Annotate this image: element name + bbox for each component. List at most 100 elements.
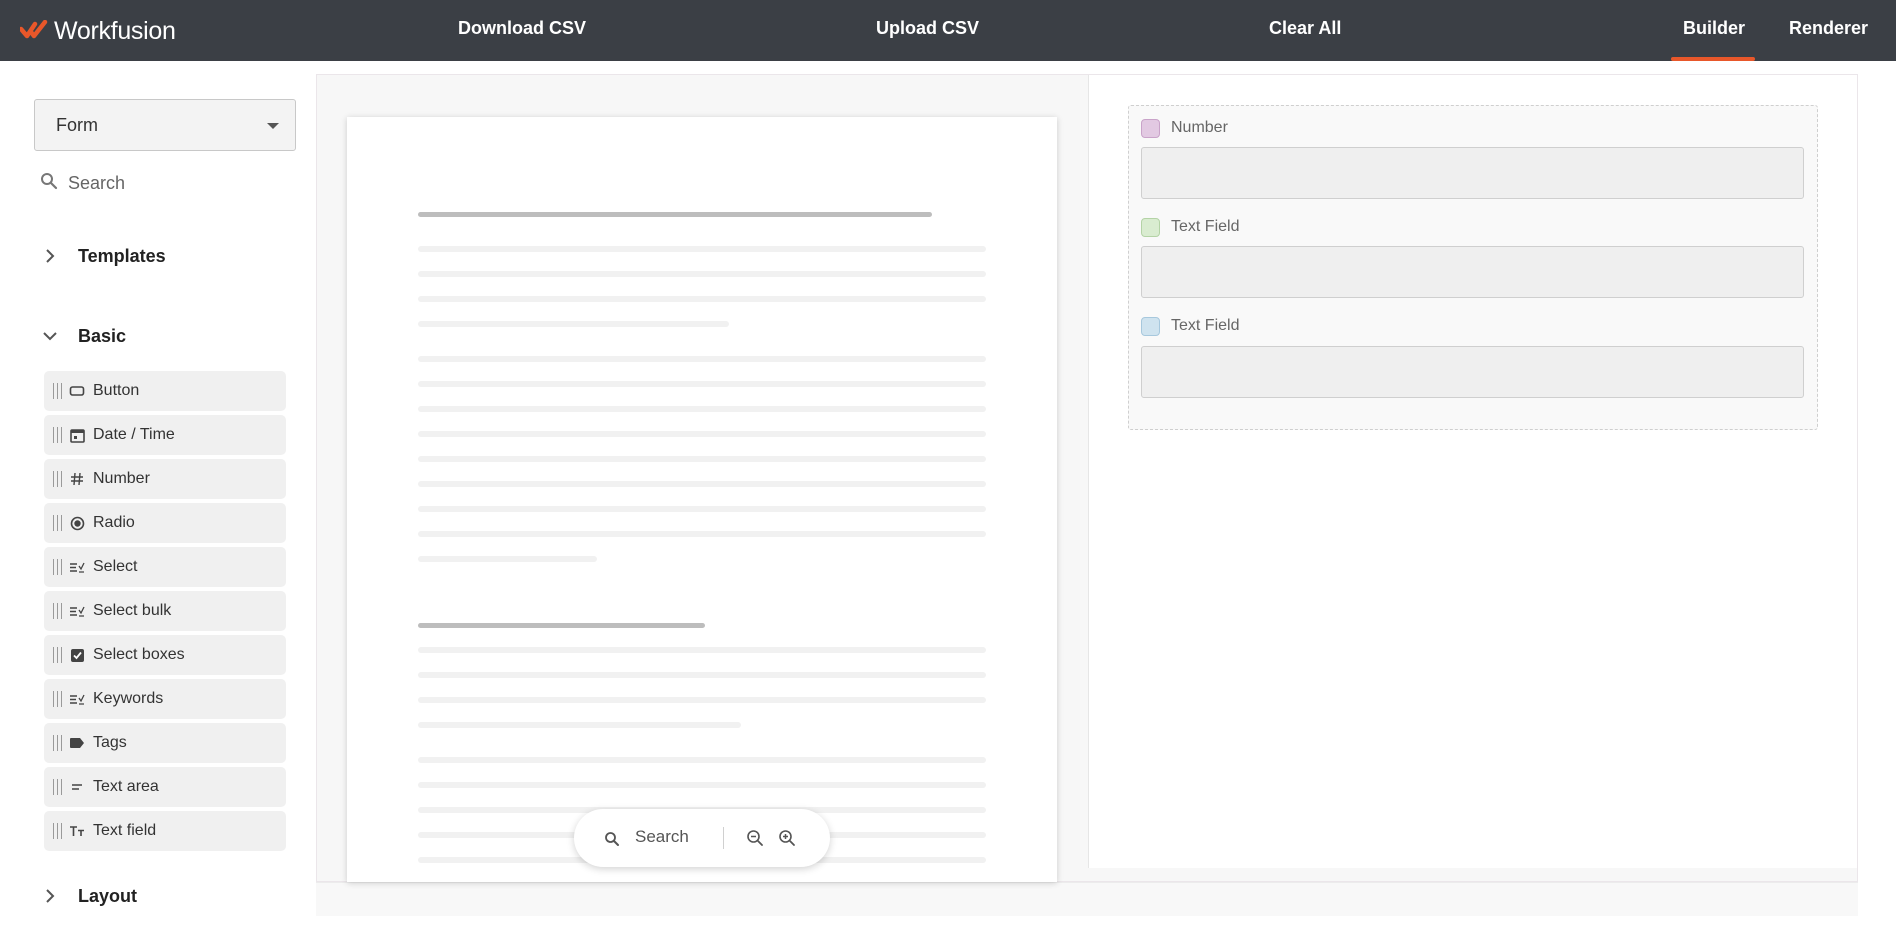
component-date-time[interactable]: Date / Time [44,415,286,455]
component-radio[interactable]: Radio [44,503,286,543]
component-label: Select boxes [93,646,185,663]
form-type-value: Form [56,115,98,135]
component-label: Number [93,470,150,487]
text-field[interactable] [1141,246,1804,298]
section-templates[interactable]: Templates [40,241,166,271]
doc-text-line [418,722,741,728]
hash-icon [68,470,86,488]
doc-text-line [418,531,986,537]
button-icon [68,382,86,400]
drag-handle-icon[interactable] [53,427,67,443]
drag-handle-icon[interactable] [53,823,67,839]
document-preview[interactable] [347,117,1057,882]
clear-all-button[interactable]: Clear All [1269,18,1341,39]
drag-handle-icon[interactable] [53,471,67,487]
download-csv-button[interactable]: Download CSV [458,18,586,39]
doc-heading-line [418,212,932,217]
upload-csv-button[interactable]: Upload CSV [876,18,979,39]
component-sidebar: Form Templates Basic Button Date / Time … [0,61,316,932]
tag-icon [68,734,86,752]
doc-text-line [418,506,986,512]
brand-name: Workfusion [54,16,176,45]
chevron-down-icon [267,123,279,129]
number-field[interactable] [1141,147,1804,199]
component-label: Tags [93,734,127,751]
drag-handle-icon[interactable] [53,559,67,575]
drag-handle-icon[interactable] [53,603,67,619]
calendar-icon [68,426,86,444]
toolbar-divider [723,827,724,849]
logo-mark-icon [20,20,48,39]
section-label: Basic [78,325,127,346]
doc-heading-line [418,623,705,628]
component-text-area[interactable]: Text area [44,767,286,807]
canvas-footer [316,882,1858,916]
component-select-boxes[interactable]: Select boxes [44,635,286,675]
component-label: Button [93,382,140,399]
doc-text-line [418,406,986,412]
drag-handle-icon[interactable] [53,515,67,531]
document-search-label[interactable]: Search [635,827,689,847]
text-field[interactable] [1141,346,1804,398]
active-tab-indicator [1671,57,1755,61]
doc-text-line [418,321,729,327]
doc-text-line [418,672,986,678]
field-label-text-field[interactable]: Text Field [1141,315,1239,337]
field-label-text: Number [1171,119,1228,136]
doc-text-line [418,481,986,487]
doc-text-line [418,556,597,562]
select-list-icon [68,558,86,576]
drag-handle-icon[interactable] [53,779,67,795]
component-text-field[interactable]: Text field [44,811,286,851]
form-type-dropdown[interactable]: Form [34,99,296,151]
field-label-text: Text Field [1171,218,1240,235]
section-basic[interactable]: Basic [40,321,126,351]
doc-text-line [418,782,986,788]
drag-handle-icon[interactable] [53,735,67,751]
doc-text-line [418,456,986,462]
section-label: Layout [78,885,138,906]
component-label: Date / Time [93,426,175,443]
chevron-right-icon [40,886,60,906]
tab-builder[interactable]: Builder [1683,18,1745,39]
field-color-swatch [1141,316,1160,336]
search-icon[interactable] [604,831,620,852]
search-icon [40,172,58,195]
drag-handle-icon[interactable] [53,383,67,399]
field-color-swatch [1141,118,1160,138]
drag-handle-icon[interactable] [53,647,67,663]
component-button[interactable]: Button [44,371,286,411]
component-select-bulk[interactable]: Select bulk [44,591,286,631]
section-layout[interactable]: Layout [40,881,137,911]
doc-text-line [418,381,986,387]
drag-handle-icon[interactable] [53,691,67,707]
zoom-out-icon[interactable] [746,829,764,852]
component-keywords[interactable]: Keywords [44,679,286,719]
search-input[interactable] [68,168,278,198]
text-field-icon [68,822,86,840]
field-label-text-field[interactable]: Text Field [1141,216,1239,238]
field-color-swatch [1141,217,1160,237]
select-list-icon [68,602,86,620]
select-list-icon [68,690,86,708]
zoom-in-icon[interactable] [778,829,796,852]
tab-renderer[interactable]: Renderer [1789,18,1868,39]
component-tags[interactable]: Tags [44,723,286,763]
workfusion-logo[interactable]: Workfusion [20,16,176,46]
doc-text-line [418,271,986,277]
doc-text-line [418,757,986,763]
component-select[interactable]: Select [44,547,286,587]
document-toolbar: Search [574,809,830,867]
radio-icon [68,514,86,532]
component-label: Text area [93,778,159,795]
doc-text-line [418,356,986,362]
component-label: Select [93,558,138,575]
doc-text-line [418,431,986,437]
doc-text-line [418,246,986,252]
doc-text-line [418,697,986,703]
component-number[interactable]: Number [44,459,286,499]
component-label: Keywords [93,690,164,707]
component-label: Select bulk [93,602,172,619]
field-label-number[interactable]: Number [1141,117,1228,139]
top-navigation-bar: Workfusion Download CSV Upload CSV Clear… [0,0,1896,61]
